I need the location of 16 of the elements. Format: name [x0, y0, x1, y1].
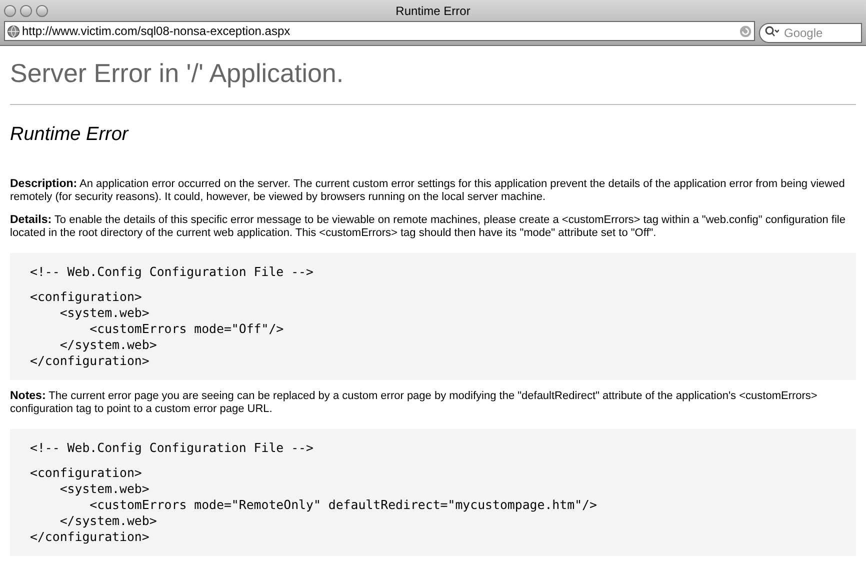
window-control-icon[interactable]	[4, 4, 16, 16]
search-field[interactable]: Google	[759, 23, 862, 43]
page-heading: Server Error in '/' Application.	[10, 58, 856, 105]
paragraph: Notes: The current error page you are seeing can be replaced by a custom error page by modifying the "defaultRedirect" attribute of the application's <customErrors> configuration tag to point to a custom error page URL.	[10, 390, 818, 416]
paragraph: Details: To enable the details of this specific error message to be viewable on remote machines, please create a <customErrors> tag within a "web.config" configuration file located in the root directory of the current web application. This <customErrors> tag should then have its "mode" attribute set to "Off".	[10, 214, 846, 240]
globe-icon	[7, 24, 20, 38]
reload-icon[interactable]	[739, 24, 752, 38]
page-subheading: Runtime Error	[10, 123, 130, 147]
search-icon	[765, 26, 779, 37]
paragraph: Description: An application error occurred on the server. The current custom error settings for this application prevent the details of the application error from being viewed remotely (for security reasons). It could, however, be viewed by browsers running on the local server machine.	[10, 178, 846, 204]
code-block: <!-- Web.Config Configuration File --> <configuration> <system.web> <customErrors mode="Off"/> </system.web> </configuration>	[10, 252, 856, 380]
window-control-icon[interactable]	[36, 4, 48, 16]
code-block: <!-- Web.Config Configuration File --> <configuration> <system.web> <customErrors mode="RemoteOnly" defaultRedirect="mycustompage.htm"/> </system.web> </configuration>	[10, 428, 856, 556]
window-title: Runtime Error	[394, 2, 472, 20]
address-field[interactable]: http://www.victim.com/sql08-nonsa-exception.aspx	[4, 21, 755, 41]
window-control-icon[interactable]	[20, 4, 32, 16]
